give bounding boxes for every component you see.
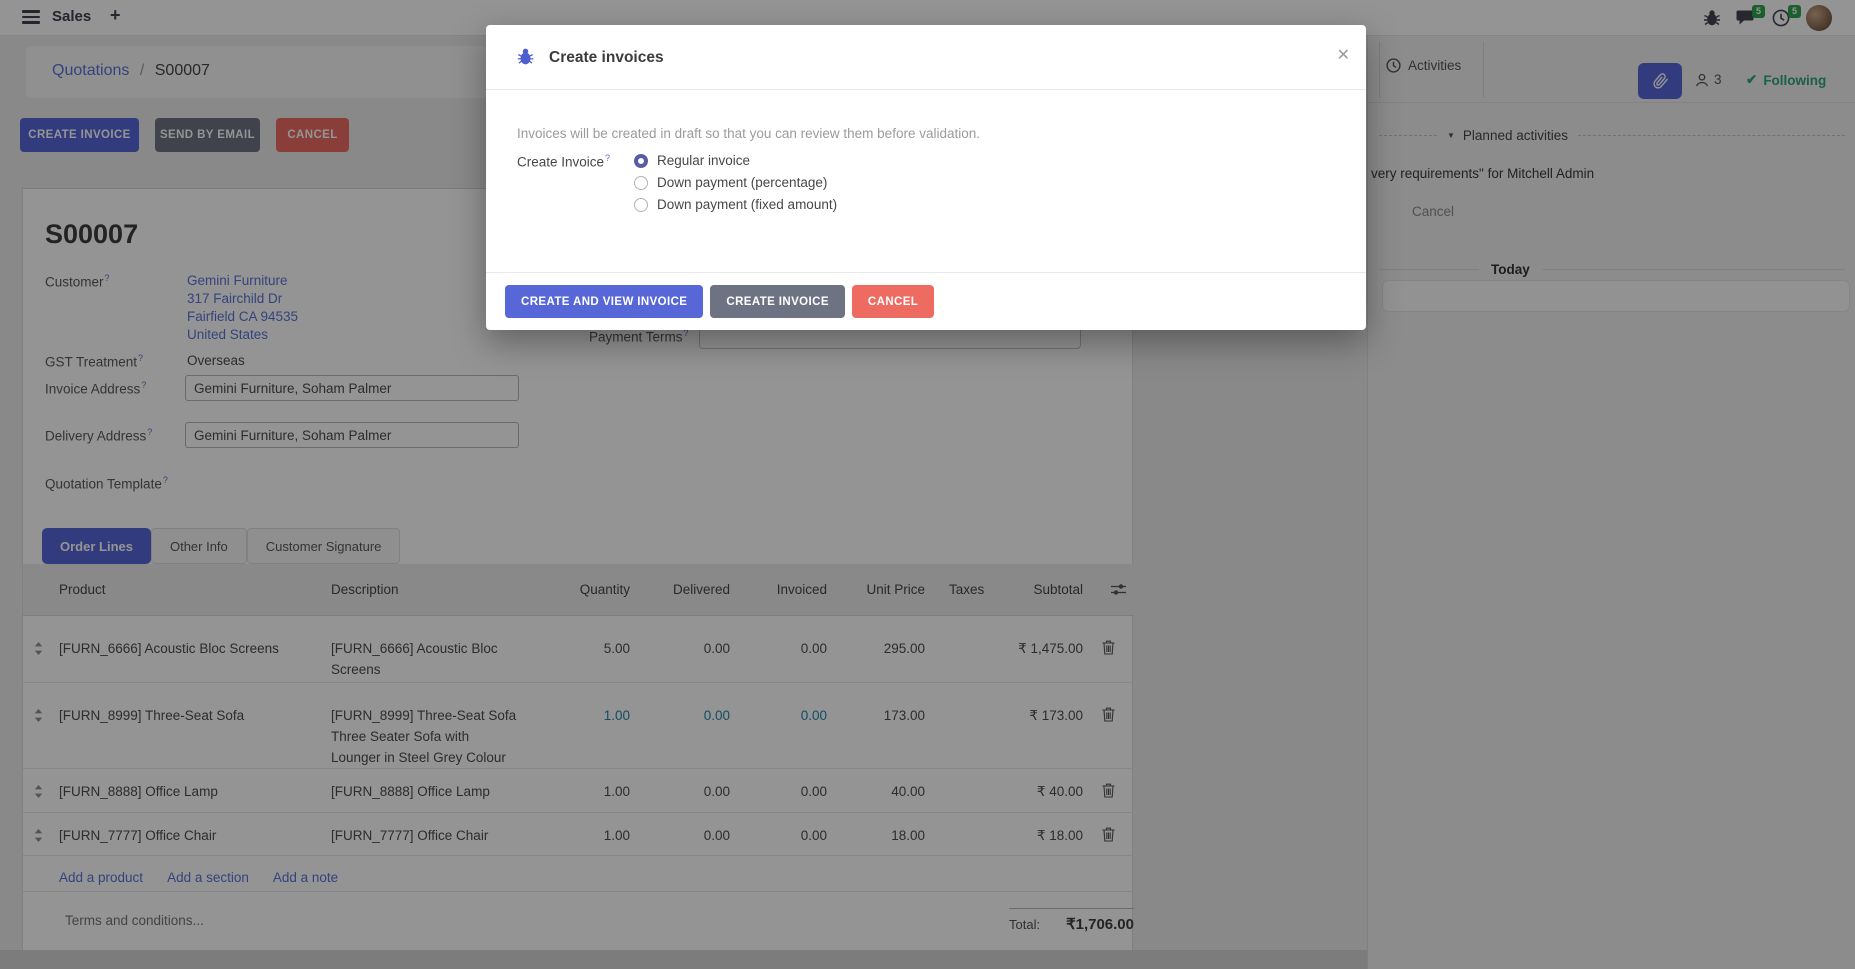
create-invoice-field-label: Create Invoice? [517,153,610,170]
radio-down-payment-percentage[interactable]: Down payment (percentage) [634,175,827,190]
radio-unselected-icon[interactable] [634,198,648,212]
modal-title: Create invoices [549,49,664,67]
radio-selected-icon[interactable] [634,154,648,168]
modal-cancel-button[interactable]: CANCEL [852,285,934,318]
radio-regular-invoice[interactable]: Regular invoice [634,153,750,168]
modal-header: Create invoices ✕ [486,25,1366,90]
create-and-view-invoice-button[interactable]: CREATE AND VIEW INVOICE [505,285,703,318]
close-icon[interactable]: ✕ [1337,45,1350,65]
create-invoices-modal: Create invoices ✕ Invoices will be creat… [486,25,1366,330]
modal-create-invoice-button[interactable]: CREATE INVOICE [710,285,845,318]
app-root: Sales + 5 5 Quotations / S00007 CREATE I… [0,0,1855,969]
radio-unselected-icon[interactable] [634,176,648,190]
radio-down-payment-fixed[interactable]: Down payment (fixed amount) [634,197,837,212]
modal-footer: CREATE AND VIEW INVOICE CREATE INVOICE C… [486,272,1366,330]
help-marker: ? [605,153,610,163]
bug-icon [517,47,534,71]
modal-info-text: Invoices will be created in draft so tha… [517,126,980,141]
